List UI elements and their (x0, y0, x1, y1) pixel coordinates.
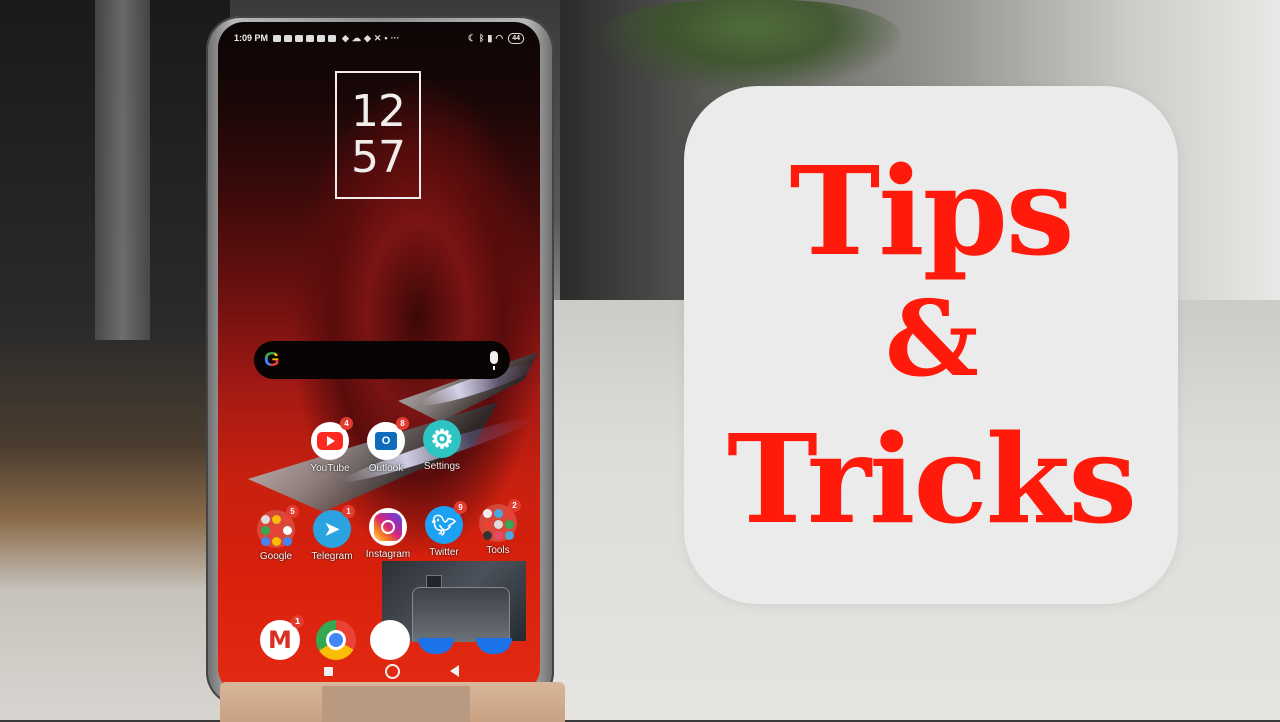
dock-icon-partial (418, 638, 454, 654)
bluetooth-icon: ᛒ (478, 33, 485, 43)
google-logo-icon: G (264, 349, 280, 371)
video-phone-image (412, 587, 510, 642)
app-telegram[interactable]: ➤ 1 Telegram (302, 505, 362, 562)
notification-badge: 8 (396, 417, 409, 430)
notification-badge: 5 (286, 505, 299, 518)
notification-icon (295, 34, 304, 42)
status-time: 1:09 PM (234, 33, 269, 43)
wifi-icon: ◠ (495, 32, 504, 43)
status-bar: 1:09 PM ◆ ☁ ◆ ✕ • ··· ☾ ᛒ ▮ ◠ 44 (234, 30, 524, 46)
signal-icon: ▮ (487, 32, 493, 43)
key-icon: • (384, 33, 388, 43)
gear-icon: ⚙ (423, 420, 461, 458)
dock-icon-partial (476, 638, 512, 654)
folder-icon: 5 (257, 505, 299, 548)
back-button[interactable] (450, 665, 459, 677)
outlook-icon: O 8 (367, 417, 409, 460)
phone-screen: 1:09 PM ◆ ☁ ◆ ✕ • ··· ☾ ᛒ ▮ ◠ 44 12 57 G… (218, 22, 540, 694)
app-outlook[interactable]: O 8 Outlook (356, 417, 416, 474)
moon-icon: ☾ (467, 32, 476, 43)
phone-stand-slot (322, 686, 470, 722)
notification-badge: 2 (508, 499, 521, 512)
clock-widget[interactable]: 12 57 (335, 71, 421, 199)
title-card: Tips & Tricks (684, 86, 1178, 604)
clock-minute: 57 (351, 132, 406, 183)
app-label: Telegram (311, 551, 353, 562)
app-twitter[interactable]: 🐦︎ 9 Twitter (414, 501, 474, 558)
twitter-bird-icon: 🐦︎ 9 (425, 501, 467, 544)
cloud-icon: ☁ (351, 32, 361, 43)
notification-badge: 4 (340, 417, 353, 430)
telegram-icon: ➤ 1 (313, 505, 355, 548)
app-instagram[interactable]: Instagram (358, 508, 418, 560)
title-line-tricks: Tricks (726, 407, 1137, 551)
app-gmail[interactable]: M 1 (250, 615, 310, 660)
google-search-bar[interactable]: G (254, 341, 510, 379)
background-pillar (95, 0, 150, 340)
tag-icon: ◆ (363, 32, 371, 43)
camera-icon (370, 620, 410, 660)
title-line-tips: Tips (789, 139, 1074, 283)
app-youtube[interactable]: 4 YouTube (300, 417, 360, 474)
overflow-dots: ··· (390, 33, 400, 43)
notification-icon (317, 34, 326, 42)
notification-icon (328, 34, 337, 42)
background-plant (600, 0, 900, 90)
app-settings[interactable]: ⚙ Settings (412, 420, 472, 472)
tag-icon: ◆ (342, 32, 349, 43)
tools-icon: ✕ (373, 32, 382, 43)
notification-badge: 1 (291, 615, 304, 628)
app-camera[interactable] (360, 620, 420, 660)
folder-google[interactable]: 5 Google (246, 505, 306, 562)
app-chrome[interactable] (306, 620, 366, 660)
clock-hour: 12 (351, 86, 406, 137)
notification-badge: 9 (454, 501, 467, 514)
youtube-icon: 4 (311, 417, 353, 460)
notification-badge: 1 (342, 505, 355, 518)
app-label: Twitter (429, 547, 459, 558)
home-button[interactable] (385, 664, 400, 679)
recents-button[interactable] (324, 667, 333, 676)
folder-tools[interactable]: 2 Tools (468, 499, 528, 556)
title-line-ampersand: & (885, 277, 979, 400)
battery-indicator: 44 (508, 32, 524, 44)
chrome-icon (316, 620, 356, 660)
notification-icon (273, 34, 282, 42)
app-label: Google (259, 551, 293, 562)
gmail-icon: M 1 (260, 615, 304, 660)
mic-icon[interactable] (490, 351, 498, 370)
app-label: Instagram (365, 549, 411, 560)
app-label: Outlook (368, 463, 404, 474)
instagram-icon (369, 508, 407, 546)
folder-icon: 2 (479, 499, 521, 542)
app-label: YouTube (310, 463, 350, 474)
app-label: Settings (423, 461, 461, 472)
notification-icon (284, 34, 293, 42)
app-label: Tools (486, 545, 510, 556)
notification-icon (306, 34, 315, 42)
